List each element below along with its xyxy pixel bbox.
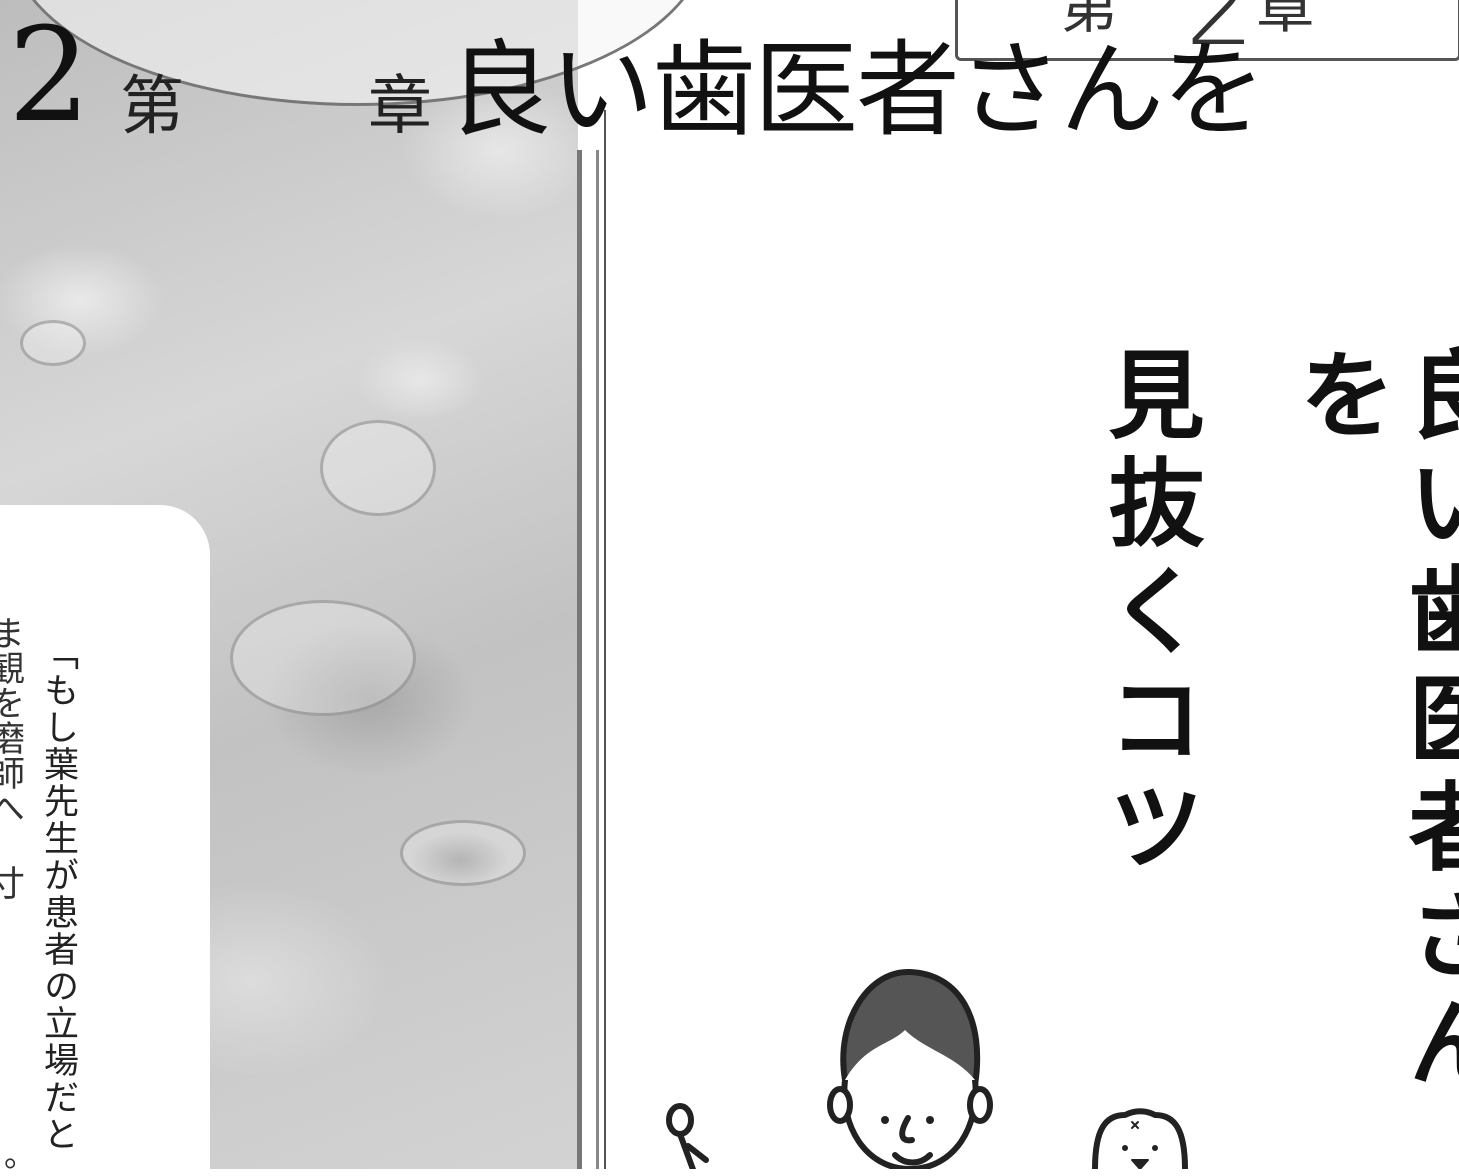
chapter-title: 良い歯医者さんを [448, 29, 1266, 151]
page-title-line-1: 良い歯医者さんを [1282, 345, 1459, 1101]
text-card [0, 505, 210, 1169]
chapter-prefix: 第 [120, 70, 184, 144]
page-divider [596, 150, 599, 1169]
cut-off-text: ま観を磨師へ 寸 [0, 615, 24, 900]
tooth-mascot-icon [1092, 1108, 1188, 1169]
page-title-line-2: 見抜くコツ [1092, 345, 1204, 885]
water-bubble [230, 600, 416, 716]
quote-text: 「もし葉先生が患者の立場だと [38, 635, 78, 1153]
water-bubble [400, 820, 526, 886]
page-divider [577, 150, 582, 1169]
period-mark: 。 [4, 1136, 37, 1174]
water-bubble [20, 320, 86, 366]
chapter-suffix: 章 [368, 70, 432, 144]
water-bubble [320, 420, 436, 516]
dental-mirror-icon [666, 1103, 709, 1169]
page-divider [604, 110, 606, 1169]
chapter-number: 2 [8, 0, 91, 151]
dentist-icon [827, 968, 993, 1169]
dentist-illustration [666, 968, 1188, 1169]
